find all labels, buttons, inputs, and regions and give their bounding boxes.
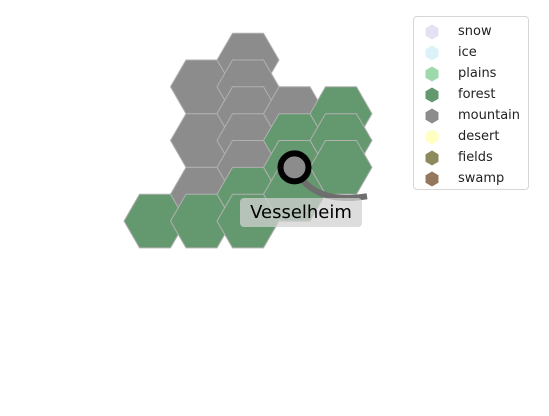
legend-hex-icon [425,66,439,82]
legend: snow ice plains forest mountain desert fields s… [413,16,529,190]
legend-label: fields [458,150,493,165]
legend-item-fields: fields [414,148,528,169]
legend-item-plains: plains [414,64,528,85]
legend-hex-icon [425,171,439,187]
settlement-circle [277,150,312,185]
legend-label: desert [458,129,500,144]
legend-label: forest [458,87,496,102]
legend-item-forest: forest [414,85,528,106]
legend-item-mountain: mountain [414,106,528,127]
legend-hex-icon [425,24,439,40]
settlement-label: Vesselheim [240,198,362,227]
legend-label: mountain [458,108,521,123]
legend-hex-icon [425,129,439,145]
legend-item-snow: snow [414,22,528,43]
legend-hex-icon [425,150,439,166]
legend-label: snow [458,24,492,39]
legend-hex-icon [425,45,439,61]
legend-label: plains [458,66,497,81]
settlement-marker [277,150,312,185]
legend-item-swamp: swamp [414,169,528,190]
legend-item-desert: desert [414,127,528,148]
legend-label: ice [458,45,477,60]
legend-hex-icon [425,108,439,124]
legend-item-ice: ice [414,43,528,64]
legend-label: swamp [458,171,505,186]
legend-hex-icon [425,87,439,103]
